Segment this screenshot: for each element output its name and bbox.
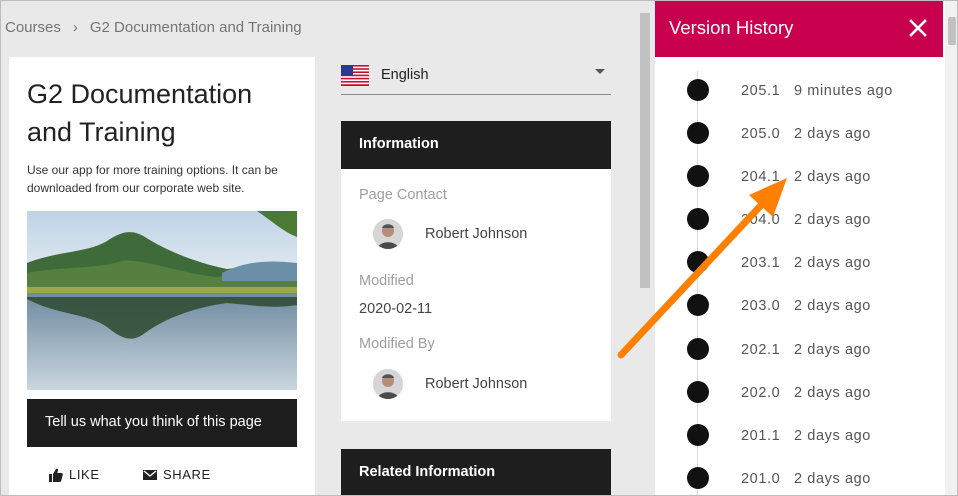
version-item[interactable]: 201.0 2 days ago <box>655 457 945 495</box>
us-flag-icon <box>341 65 369 86</box>
chevron-right-icon: › <box>72 19 78 36</box>
thumbs-up-icon <box>49 468 63 482</box>
breadcrumb: Courses › G2 Documentation and Training <box>5 19 302 36</box>
feedback-button[interactable]: Tell us what you think of this page <box>27 399 297 447</box>
related-information-header[interactable]: Related Information <box>341 449 611 495</box>
version-time: 2 days ago <box>794 427 871 444</box>
share-label: SHARE <box>163 467 211 482</box>
share-button[interactable]: SHARE <box>143 467 211 482</box>
modified-by-name[interactable]: Robert Johnson <box>425 376 527 392</box>
timeline-dot-icon <box>687 165 709 188</box>
caret-down-icon <box>595 69 605 74</box>
timeline-dot-icon <box>687 380 709 403</box>
timeline-dot-icon <box>687 122 709 145</box>
version-time: 2 days ago <box>794 212 871 229</box>
version-time: 2 days ago <box>794 169 871 186</box>
version-time: 2 days ago <box>794 470 871 487</box>
version-history-scrollbar[interactable] <box>945 1 957 495</box>
page-description: Use our app for more training options. I… <box>27 163 278 195</box>
version-item[interactable]: 205.0 2 days ago <box>655 112 945 155</box>
timeline-dot-icon <box>687 423 709 446</box>
version-history-title: Version History <box>669 17 794 38</box>
language-value: English <box>381 67 429 83</box>
version-number: 204.0 <box>741 212 781 229</box>
version-item[interactable]: 202.0 2 days ago <box>655 371 945 414</box>
version-number: 201.1 <box>741 427 781 444</box>
modified-date: 2020-02-11 <box>359 301 433 317</box>
version-time: 2 days ago <box>794 298 871 315</box>
page-contact[interactable]: Robert Johnson <box>373 219 527 249</box>
lake-mountain-image <box>27 211 297 390</box>
modified-by-label: Modified By <box>359 336 435 352</box>
page-card: G2 Documentation and Training Use our ap… <box>9 57 315 495</box>
timeline-dot-icon <box>687 251 709 274</box>
timeline-dot-icon <box>687 294 709 317</box>
close-icon[interactable] <box>905 15 931 41</box>
version-time: 2 days ago <box>794 341 871 358</box>
version-history-panel: Version History 205.1 9 minutes ago 205.… <box>655 1 957 495</box>
breadcrumb-item-courses[interactable]: Courses <box>5 19 61 36</box>
version-number: 203.1 <box>741 255 781 272</box>
version-number: 202.1 <box>741 341 781 358</box>
version-item[interactable]: 204.1 2 days ago <box>655 155 945 198</box>
main-scrollbar-thumb[interactable] <box>640 13 650 288</box>
like-button[interactable]: LIKE <box>49 467 100 482</box>
version-number: 205.0 <box>741 126 781 143</box>
modified-label: Modified <box>359 273 414 289</box>
version-list: 205.1 9 minutes ago 205.0 2 days ago 204… <box>655 69 945 495</box>
version-number: 205.1 <box>741 83 781 99</box>
mail-icon <box>143 468 157 482</box>
version-item[interactable]: 203.0 2 days ago <box>655 284 945 327</box>
version-time: 2 days ago <box>794 255 871 272</box>
version-number: 202.0 <box>741 384 781 401</box>
timeline-dot-icon <box>687 337 709 360</box>
timeline-dot-icon <box>687 466 709 489</box>
version-history-header: Version History <box>655 1 943 57</box>
breadcrumb-item-current[interactable]: G2 Documentation and Training <box>90 19 302 36</box>
version-history-scrollbar-thumb[interactable] <box>948 17 956 45</box>
version-number: 204.1 <box>741 169 781 186</box>
version-time: 2 days ago <box>794 126 871 143</box>
information-panel: Information Page Contact Robert Johnson … <box>341 121 611 421</box>
avatar <box>373 369 403 399</box>
page-contact-name[interactable]: Robert Johnson <box>425 226 527 242</box>
timeline-dot-icon <box>687 79 709 101</box>
version-number: 201.0 <box>741 470 781 487</box>
version-time: 2 days ago <box>794 384 871 401</box>
main-scrollbar[interactable] <box>637 1 653 495</box>
avatar <box>373 219 403 249</box>
version-item[interactable]: 201.1 2 days ago <box>655 414 945 457</box>
version-item[interactable]: 204.0 2 days ago <box>655 198 945 241</box>
version-number: 203.0 <box>741 298 781 315</box>
like-label: LIKE <box>69 467 100 482</box>
version-item[interactable]: 203.1 2 days ago <box>655 241 945 284</box>
page-contact-label: Page Contact <box>359 187 447 203</box>
version-item[interactable]: 205.1 9 minutes ago <box>655 69 945 112</box>
page-title: G2 Documentation and Training <box>27 79 253 147</box>
app-window: Courses › G2 Documentation and Training … <box>0 0 958 496</box>
timeline-dot-icon <box>687 208 709 231</box>
modified-by[interactable]: Robert Johnson <box>373 369 527 399</box>
version-item[interactable]: 202.1 2 days ago <box>655 328 945 371</box>
information-header: Information <box>341 121 611 169</box>
version-time: 9 minutes ago <box>794 83 893 99</box>
language-select[interactable]: English <box>341 57 611 95</box>
